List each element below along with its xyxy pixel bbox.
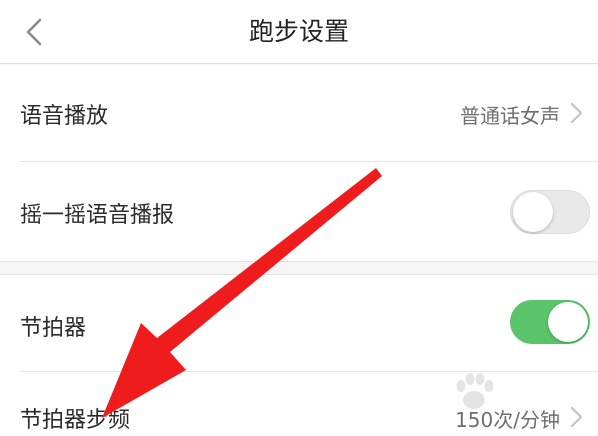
- shake-voice-toggle[interactable]: [510, 190, 590, 234]
- settings-group-metronome: 节拍器 节拍器步频 150次/分钟: [0, 274, 598, 436]
- setting-label: 语音播放: [20, 104, 109, 129]
- setting-label: 摇一摇语音播报: [20, 203, 175, 228]
- page-title: 跑步设置: [248, 17, 349, 46]
- toggle-knob: [513, 192, 553, 232]
- setting-label: 节拍器步频: [20, 408, 131, 433]
- setting-value: 150次/分钟: [455, 408, 560, 432]
- running-settings-screen: 跑步设置 语音播放 普通话女声 摇一摇语音播报 节拍器 节拍器步频 150次/分…: [0, 0, 598, 436]
- setting-row-voice-broadcast[interactable]: 语音播放 普通话女声: [0, 65, 598, 161]
- setting-row-metronome: 节拍器: [0, 275, 598, 371]
- navigation-bar: 跑步设置: [0, 0, 598, 64]
- setting-label: 节拍器: [20, 316, 87, 341]
- metronome-toggle[interactable]: [510, 300, 590, 344]
- setting-value: 普通话女声: [460, 104, 560, 128]
- toggle-knob: [548, 302, 588, 342]
- setting-row-shake-voice: 摇一摇语音播报: [0, 162, 598, 261]
- chevron-right-icon: [570, 102, 583, 124]
- chevron-right-icon: [570, 406, 583, 428]
- setting-row-metronome-cadence[interactable]: 节拍器步频 150次/分钟: [0, 372, 598, 436]
- settings-group-voice: 语音播放 普通话女声 摇一摇语音播报: [0, 65, 598, 262]
